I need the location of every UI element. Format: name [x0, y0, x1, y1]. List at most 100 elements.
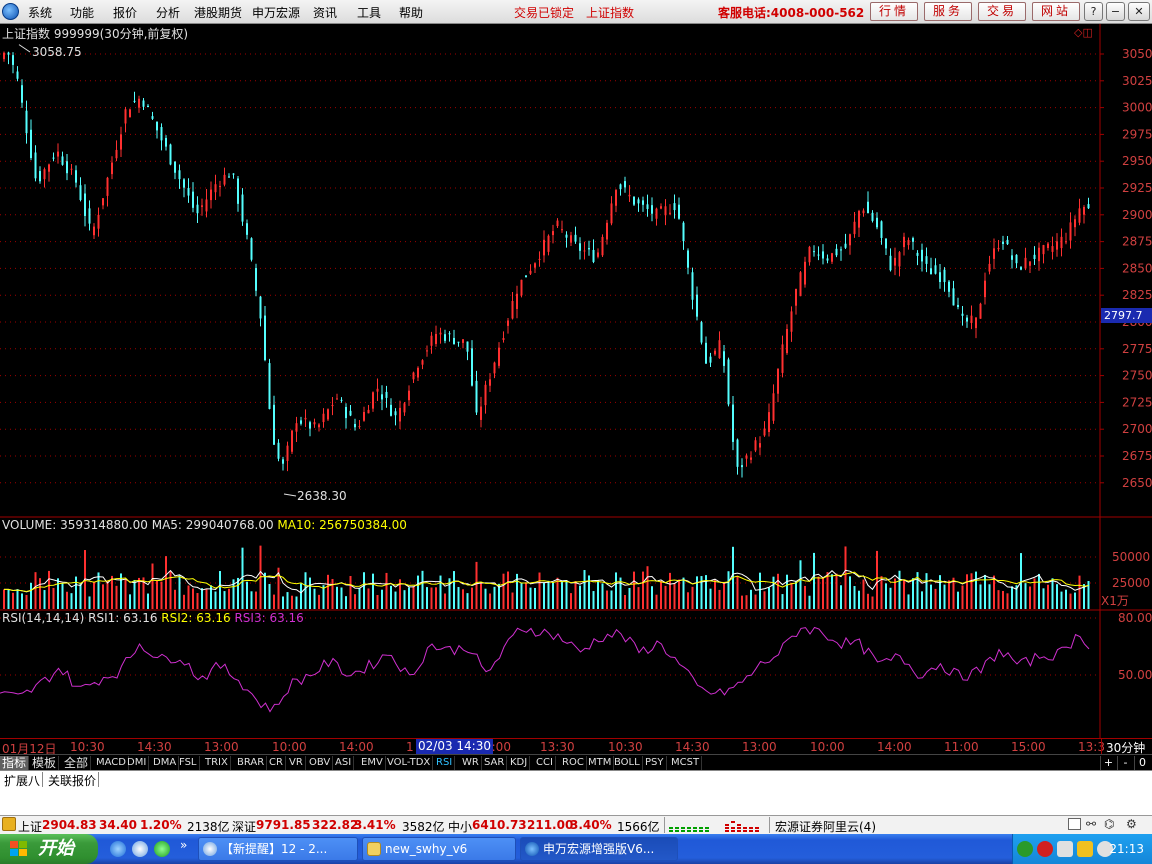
wifi-icon[interactable]: ⌬ [1104, 817, 1114, 831]
menu-item-system[interactable]: 系统 [28, 4, 52, 21]
candle [552, 231, 554, 236]
tab-fsl[interactable]: FSL [177, 756, 200, 770]
tab-macd[interactable]: MACD [94, 756, 129, 770]
minimize-icon[interactable]: − [1106, 2, 1125, 21]
sh-index-name[interactable]: 上证 [18, 818, 42, 835]
index-status-bar: 上证 2904.83 34.40 1.20% 2138亿 深证 9791.85 … [0, 815, 1152, 834]
candle [934, 265, 937, 274]
zx-index-name[interactable]: 中小 [448, 818, 472, 835]
volume-bar [840, 585, 842, 609]
tab-cr[interactable]: CR [267, 756, 286, 770]
tray-network-icon[interactable] [1057, 841, 1073, 857]
tab-template[interactable]: 模板 [30, 756, 60, 770]
candle [1069, 222, 1072, 241]
tab-roc[interactable]: ROC [560, 756, 587, 770]
volume-bar [570, 593, 572, 609]
menu-item-swhy[interactable]: 申万宏源 [252, 4, 300, 21]
zx-index-pct: 3.40% [570, 818, 612, 832]
tab-indicator[interactable]: 指标 [0, 756, 30, 770]
tray-security-icon[interactable] [1077, 841, 1093, 857]
volume-bar [25, 594, 28, 609]
tab-cci[interactable]: CCI [534, 756, 556, 770]
website-button[interactable]: 网站 [1032, 2, 1080, 21]
candle [430, 335, 433, 346]
sz-index-name[interactable]: 深证 [232, 818, 256, 835]
taskbar-item-forum[interactable]: 【新提醒】12 - 2... [198, 837, 358, 861]
trade-lock-status[interactable]: 交易已锁定 [514, 4, 574, 21]
close-icon[interactable]: ✕ [1128, 2, 1150, 21]
lock-icon[interactable] [2, 817, 16, 831]
window-icon[interactable] [1068, 818, 1081, 830]
volume-bar [808, 595, 811, 609]
zoom-reset-button[interactable]: 0 [1134, 756, 1150, 770]
candle [372, 392, 374, 409]
candle [417, 367, 419, 378]
tab-vr[interactable]: VR [287, 756, 306, 770]
kline-chart-svg[interactable]: 3050 3025 3000 2975 2950 2925 2900 2875 2850 2825… [0, 24, 1152, 738]
menu-item-news[interactable]: 资讯 [313, 4, 337, 21]
tab-brar[interactable]: BRAR [235, 756, 268, 770]
trade-button[interactable]: 交易 [978, 2, 1026, 21]
candle [993, 248, 995, 259]
zoom-in-button[interactable]: + [1100, 756, 1116, 770]
tab-obv[interactable]: OBV [307, 756, 334, 770]
rsi-params: RSI(14,14,14) [2, 611, 85, 625]
menu-item-function[interactable]: 功能 [70, 4, 94, 21]
tab-boll[interactable]: BOLL [612, 756, 643, 770]
volume-bar [750, 589, 752, 609]
tab-dmi[interactable]: DMI [125, 756, 150, 770]
tab-psy[interactable]: PSY [643, 756, 667, 770]
tab-emv[interactable]: EMV [359, 756, 386, 770]
settings-icon[interactable]: ⚙ [1126, 817, 1137, 831]
tab-kdj[interactable]: KDJ [508, 756, 531, 770]
tab-mcst[interactable]: MCST [669, 756, 703, 770]
volume-bar [475, 561, 478, 609]
tab-vol-tdx[interactable]: VOL-TDX [385, 756, 434, 770]
menu-item-hk-futures[interactable]: 港股期货 [194, 4, 242, 21]
tray-antivirus-icon[interactable] [1037, 841, 1053, 857]
server-name[interactable]: 宏源证券阿里云(4) [775, 818, 876, 835]
volume-bar [106, 580, 109, 609]
app-icon[interactable] [154, 841, 170, 857]
current-index-link[interactable]: 上证指数 [586, 4, 634, 21]
tab-asi[interactable]: ASI [333, 756, 355, 770]
candle [646, 204, 649, 210]
tab-rsi[interactable]: RSI [434, 756, 456, 770]
network-icon[interactable]: ⚯ [1086, 817, 1096, 831]
menu-item-tools[interactable]: 工具 [357, 4, 381, 21]
tab-wr[interactable]: WR [460, 756, 482, 770]
tab-sar[interactable]: SAR [482, 756, 508, 770]
candle [79, 185, 82, 200]
tab-trix[interactable]: TRIX [203, 756, 231, 770]
volume-bar [372, 573, 374, 609]
tray-shield-icon[interactable] [1017, 841, 1033, 857]
candle [556, 220, 559, 227]
volume-bar [880, 576, 883, 609]
zoom-out-button[interactable]: - [1117, 756, 1133, 770]
volume-bar [799, 560, 802, 609]
tab-mtm[interactable]: MTM [586, 756, 615, 770]
market-button[interactable]: 行情 [870, 2, 918, 21]
kline-mode-icons[interactable]: ◇◫ [1074, 26, 1093, 39]
candle [183, 179, 185, 188]
browser-icon[interactable] [132, 841, 148, 857]
app-logo-icon[interactable] [2, 3, 19, 20]
volume-bar [1047, 584, 1049, 609]
service-button[interactable]: 服务 [924, 2, 972, 21]
taskbar-item-folder[interactable]: new_swhy_v6 [362, 837, 516, 861]
windows-flag-icon [10, 841, 27, 856]
chart-area[interactable]: 3050 3025 3000 2975 2950 2925 2900 2875 2850 2825… [0, 24, 1152, 738]
menu-item-help[interactable]: 帮助 [399, 4, 423, 21]
help-icon[interactable]: ? [1084, 2, 1103, 21]
taskbar-item-swhy[interactable]: 申万宏源增强版V6... [520, 837, 678, 861]
menu-item-analysis[interactable]: 分析 [156, 4, 180, 21]
ie-icon[interactable] [110, 841, 126, 857]
volume-bar [493, 586, 496, 609]
quick-launch-chevron-icon[interactable]: » [180, 838, 187, 852]
candle [286, 445, 289, 461]
period-selector[interactable]: 30分钟 [1101, 739, 1152, 755]
tab-all[interactable]: 全部 [62, 756, 92, 770]
tab-dma[interactable]: DMA [151, 756, 180, 770]
start-button[interactable]: 开始 [0, 834, 98, 864]
menu-item-quote[interactable]: 报价 [113, 4, 137, 21]
